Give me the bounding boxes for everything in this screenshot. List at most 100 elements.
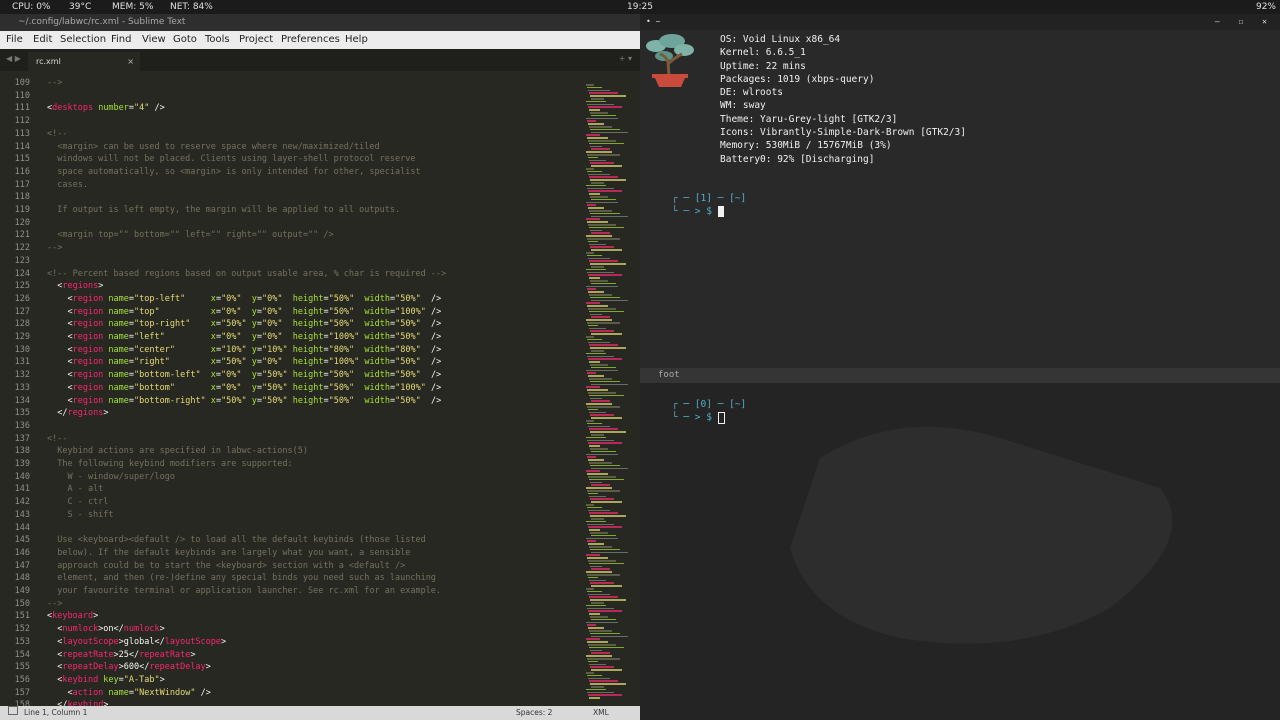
- syntax-setting[interactable]: XML: [593, 706, 609, 720]
- terminal-top[interactable]: • ~ — ☐ ✕ OS: Void Linux x86_64 Kernel: 6…: [640, 14, 1280, 368]
- code-line[interactable]: 128 <region name="top-right" x="50%" y="…: [0, 318, 585, 331]
- code-line[interactable]: 129 <region name="left" x="0%" y="0%" he…: [0, 331, 585, 344]
- minimap-line: [590, 95, 626, 97]
- code-line[interactable]: 109 -->: [0, 77, 585, 90]
- code-line[interactable]: 110: [0, 90, 585, 103]
- window-controls[interactable]: — ☐ ✕: [1215, 14, 1274, 30]
- code-text: <margin top="" bottom="" left="" right="…: [47, 230, 334, 241]
- minimap-line: [588, 123, 604, 125]
- menu-help[interactable]: Help: [345, 31, 368, 49]
- window-titlebar[interactable]: ~/.config/labwc/rc.xml - Sublime Text: [0, 14, 640, 31]
- terminal-titlebar[interactable]: foot: [640, 368, 1280, 383]
- code-text: <region name="top-left" x="0%" y="0%" he…: [47, 293, 442, 304]
- code-line[interactable]: 144: [0, 522, 585, 535]
- code-line[interactable]: 127 <region name="top" x="0%" y="0%" hei…: [0, 306, 585, 319]
- panel-toggle-icon[interactable]: [8, 706, 18, 715]
- code-line[interactable]: 126 <region name="top-left" x="0%" y="0%…: [0, 293, 585, 306]
- code-line[interactable]: 145 Use <keyboard><default /> to load al…: [0, 534, 585, 547]
- menu-selection[interactable]: Selection: [60, 31, 106, 49]
- code-line[interactable]: 112: [0, 115, 585, 128]
- indentation-setting[interactable]: Spaces: 2: [516, 706, 552, 720]
- tab-label: rc.xml: [36, 57, 61, 66]
- code-line[interactable]: 138 Keybind actions are specified in lab…: [0, 445, 585, 458]
- code-line[interactable]: 132 <region name="bottom-left" x="0%" y=…: [0, 369, 585, 382]
- menu-edit[interactable]: Edit: [33, 31, 52, 49]
- menu-tools[interactable]: Tools: [205, 31, 230, 49]
- menu-view[interactable]: View: [142, 31, 166, 49]
- code-line[interactable]: 158 </keybind>: [0, 699, 585, 706]
- terminal-bottom[interactable]: foot ┌ ─ [0] ─ [~] └ ─ > $: [640, 368, 1280, 720]
- minimap-line: [589, 562, 624, 565]
- code-line[interactable]: 120: [0, 217, 585, 230]
- minimap-line: [591, 350, 604, 352]
- code-line[interactable]: 131 <region name="right" x="50%" y="0%" …: [0, 356, 585, 369]
- code-line[interactable]: 154 <repeatRate>25</repeatRate>: [0, 649, 585, 662]
- code-line[interactable]: 156 <keybind key="A-Tab">: [0, 674, 585, 687]
- code-line[interactable]: 139 The following keybind modifiers are …: [0, 458, 585, 471]
- code-line[interactable]: 134 <region name="bottom-right" x="50%" …: [0, 395, 585, 408]
- minimap-line: [589, 630, 612, 632]
- terminal-titlebar[interactable]: • ~ — ☐ ✕: [640, 14, 1280, 30]
- code-line[interactable]: 140 W - window/super/logo: [0, 471, 585, 484]
- code-line[interactable]: 135 </regions>: [0, 407, 585, 420]
- menu-project[interactable]: Project: [239, 31, 273, 49]
- code-line[interactable]: 125 <regions>: [0, 280, 585, 293]
- minimap-line: [587, 506, 602, 509]
- code-line[interactable]: 157 <action name="NextWindow" />: [0, 687, 585, 700]
- code-line[interactable]: 137 <!--: [0, 433, 585, 446]
- code-line[interactable]: 123: [0, 255, 585, 268]
- minimap-line: [586, 520, 606, 523]
- minimap-line: [587, 322, 620, 324]
- line-number: 115: [14, 154, 30, 165]
- code-line[interactable]: 119 If output is left empty, the margin …: [0, 204, 585, 217]
- code-text: space automatically, so <margin> is only…: [47, 166, 421, 177]
- minimap-line: [589, 411, 606, 414]
- code-line[interactable]: 153 <layoutScope>global</layoutScope>: [0, 636, 585, 649]
- minimap-line: [587, 523, 614, 526]
- close-tab-icon[interactable]: ×: [127, 52, 134, 71]
- code-editor[interactable]: 109 --> 110 111 <desktops number="4" /> 112 11…: [0, 71, 585, 706]
- code-line[interactable]: 141 A - alt: [0, 483, 585, 496]
- code-line[interactable]: 155 <repeatDelay>600</repeatDelay>: [0, 661, 585, 674]
- code-line[interactable]: 115 windows will not be placed. Clients …: [0, 153, 585, 166]
- code-line[interactable]: 124 <!-- Percent based regions based on o…: [0, 268, 585, 281]
- code-line[interactable]: 142 C - ctrl: [0, 496, 585, 509]
- minimap-line: [590, 683, 626, 685]
- tab-nav-arrows-icon[interactable]: ◀ ▶: [6, 54, 21, 63]
- menu-find[interactable]: Find: [111, 31, 132, 49]
- new-tab-icon[interactable]: + ▾: [619, 54, 632, 63]
- code-line[interactable]: 136: [0, 420, 585, 433]
- menu-goto[interactable]: Goto: [173, 31, 197, 49]
- line-number: 140: [14, 471, 30, 482]
- code-line[interactable]: 146 below). If the default keybinds are …: [0, 547, 585, 560]
- code-line[interactable]: 114 <margin> can be used to reserve spac…: [0, 141, 585, 154]
- code-text: </regions>: [47, 408, 109, 419]
- minimap-line: [589, 646, 624, 649]
- code-line[interactable]: 133 <region name="bottom" x="0%" y="50%"…: [0, 382, 585, 395]
- code-line[interactable]: 152 <numlock>on</numlock>: [0, 623, 585, 636]
- code-line[interactable]: 149 your favourite terminal or applicati…: [0, 585, 585, 598]
- tab-rc-xml[interactable]: rc.xml ×: [28, 52, 140, 71]
- code-line[interactable]: 111 <desktops number="4" />: [0, 102, 585, 115]
- code-line[interactable]: 147 approach could be to start the <keyb…: [0, 560, 585, 573]
- minimap-line: [588, 274, 622, 276]
- code-line[interactable]: 122 -->: [0, 242, 585, 255]
- code-line[interactable]: 130 <region name="center" x="10%" y="10%…: [0, 344, 585, 357]
- minimap[interactable]: [586, 84, 632, 706]
- line-number: 145: [14, 535, 30, 546]
- minimap-line: [587, 658, 620, 660]
- code-line[interactable]: 118: [0, 191, 585, 204]
- code-line[interactable]: 151 <keyboard>: [0, 610, 585, 623]
- code-line[interactable]: 117 cases.: [0, 179, 585, 192]
- minimap-line: [588, 442, 622, 444]
- code-line[interactable]: 143 S - shift: [0, 509, 585, 522]
- code-line[interactable]: 150 -->: [0, 598, 585, 611]
- code-line[interactable]: 113 <!--: [0, 128, 585, 141]
- minimap-line: [587, 254, 602, 257]
- menu-file[interactable]: File: [6, 31, 23, 49]
- code-line[interactable]: 121 <margin top="" bottom="" left="" rig…: [0, 229, 585, 242]
- code-line[interactable]: 148 element, and then (re-)define any sp…: [0, 572, 585, 585]
- vertical-scrollbar[interactable]: [632, 71, 640, 706]
- menu-preferences[interactable]: Preferences: [281, 31, 340, 49]
- code-line[interactable]: 116 space automatically, so <margin> is …: [0, 166, 585, 179]
